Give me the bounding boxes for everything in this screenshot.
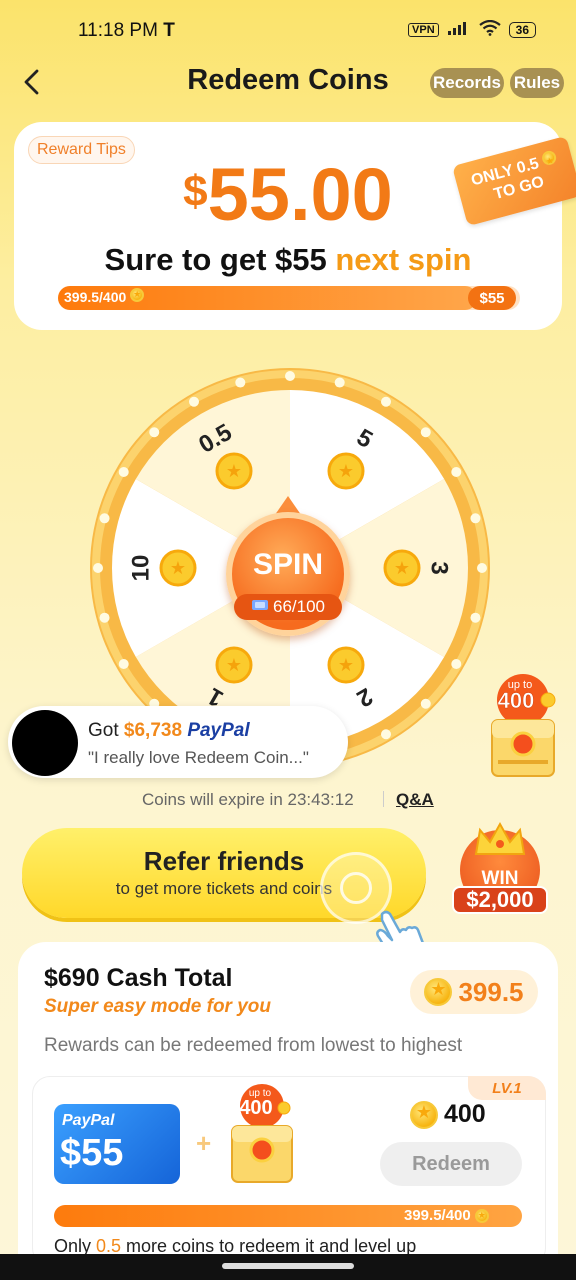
coins-required: 400: [410, 1100, 486, 1129]
ticket-icon: [251, 597, 269, 617]
rim-light: [118, 659, 129, 669]
crown-icon: [472, 820, 528, 865]
coin-icon: [540, 149, 558, 167]
easy-mode-text: Super easy mode for you: [44, 996, 272, 1017]
wheel-segment-label: 3: [426, 561, 453, 574]
home-handle[interactable]: [222, 1263, 354, 1269]
chest-amount: 400: [239, 1097, 272, 1119]
rewards-note: Rewards can be redeemed from lowest to h…: [44, 1035, 463, 1056]
records-button[interactable]: Records: [430, 68, 504, 98]
rim-light: [470, 612, 481, 623]
star-icon: ★: [170, 558, 186, 579]
star-icon: ★: [226, 461, 242, 482]
rim-light: [477, 563, 487, 573]
rim-light: [189, 396, 199, 407]
spin-ticket-count: 66/100: [234, 594, 342, 620]
coin-icon: [130, 288, 145, 302]
wheel-segment-label: 10: [127, 555, 154, 582]
wifi-icon: [478, 19, 501, 39]
rim-light: [451, 467, 462, 477]
star-icon: ★: [226, 655, 242, 676]
level-tag: LV.1: [468, 1076, 546, 1100]
rim-light: [381, 396, 391, 407]
rim-light: [451, 659, 462, 669]
paypal-card-label: PayPal: [62, 1112, 115, 1129]
chest-amount: 400: [498, 688, 535, 713]
rim-light: [420, 427, 431, 438]
rim-light: [118, 467, 129, 477]
reward-progress-label: 399.5/400: [64, 288, 145, 305]
rules-button[interactable]: Rules: [510, 68, 564, 98]
rim-light: [285, 371, 295, 381]
status-icons: VPN 36: [408, 19, 536, 39]
coin-icon: [424, 978, 453, 1006]
coin-icon: [410, 1100, 438, 1129]
treasure-chest-icon: up to 400: [222, 1082, 302, 1186]
level-progress-label: 399.5/400: [404, 1207, 489, 1224]
coin-balance: 399.5: [410, 970, 538, 1014]
win-amount: $2,000: [452, 886, 548, 914]
treasure-chest-badge[interactable]: up to 400: [478, 672, 568, 782]
spin-label: SPIN: [252, 548, 324, 581]
carrier-icon: T: [163, 20, 175, 41]
rim-light: [99, 513, 110, 524]
tap-ripple-inner: [340, 872, 372, 904]
star-icon: ★: [394, 558, 410, 579]
notification-quote: "I really love Redeem Coin...": [88, 748, 309, 767]
expire-text: Coins will expire in 23:43:12: [142, 790, 354, 809]
rim-light: [99, 612, 110, 623]
rim-light: [235, 377, 246, 388]
notification-headline: Got $6,738 PayPal: [88, 720, 250, 741]
star-icon: ★: [338, 655, 354, 676]
vpn-icon: VPN: [408, 22, 439, 37]
redeem-button[interactable]: Redeem: [380, 1142, 522, 1186]
status-time: 11:18 PM T: [78, 20, 175, 41]
battery-icon: 36: [508, 21, 536, 38]
cash-total: $690 Cash Total: [44, 964, 233, 992]
rim-light: [149, 427, 160, 438]
coin-icon: [474, 1208, 489, 1223]
avatar: [12, 710, 78, 776]
rim-light: [93, 563, 103, 573]
plus-sign: +: [196, 1128, 212, 1158]
divider: [383, 791, 384, 807]
rim-light: [334, 377, 345, 388]
rim-light: [470, 513, 481, 524]
rim-light: [420, 698, 431, 709]
sure-to-get-text: Sure to get $55 next spin: [104, 242, 472, 277]
rim-light: [381, 729, 391, 740]
signal-icon: [447, 21, 471, 38]
progress-end-badge: $55: [468, 286, 516, 310]
star-icon: ★: [338, 461, 354, 482]
qa-link[interactable]: Q&A: [396, 790, 434, 810]
paypal-card-amount: $55: [60, 1132, 124, 1174]
